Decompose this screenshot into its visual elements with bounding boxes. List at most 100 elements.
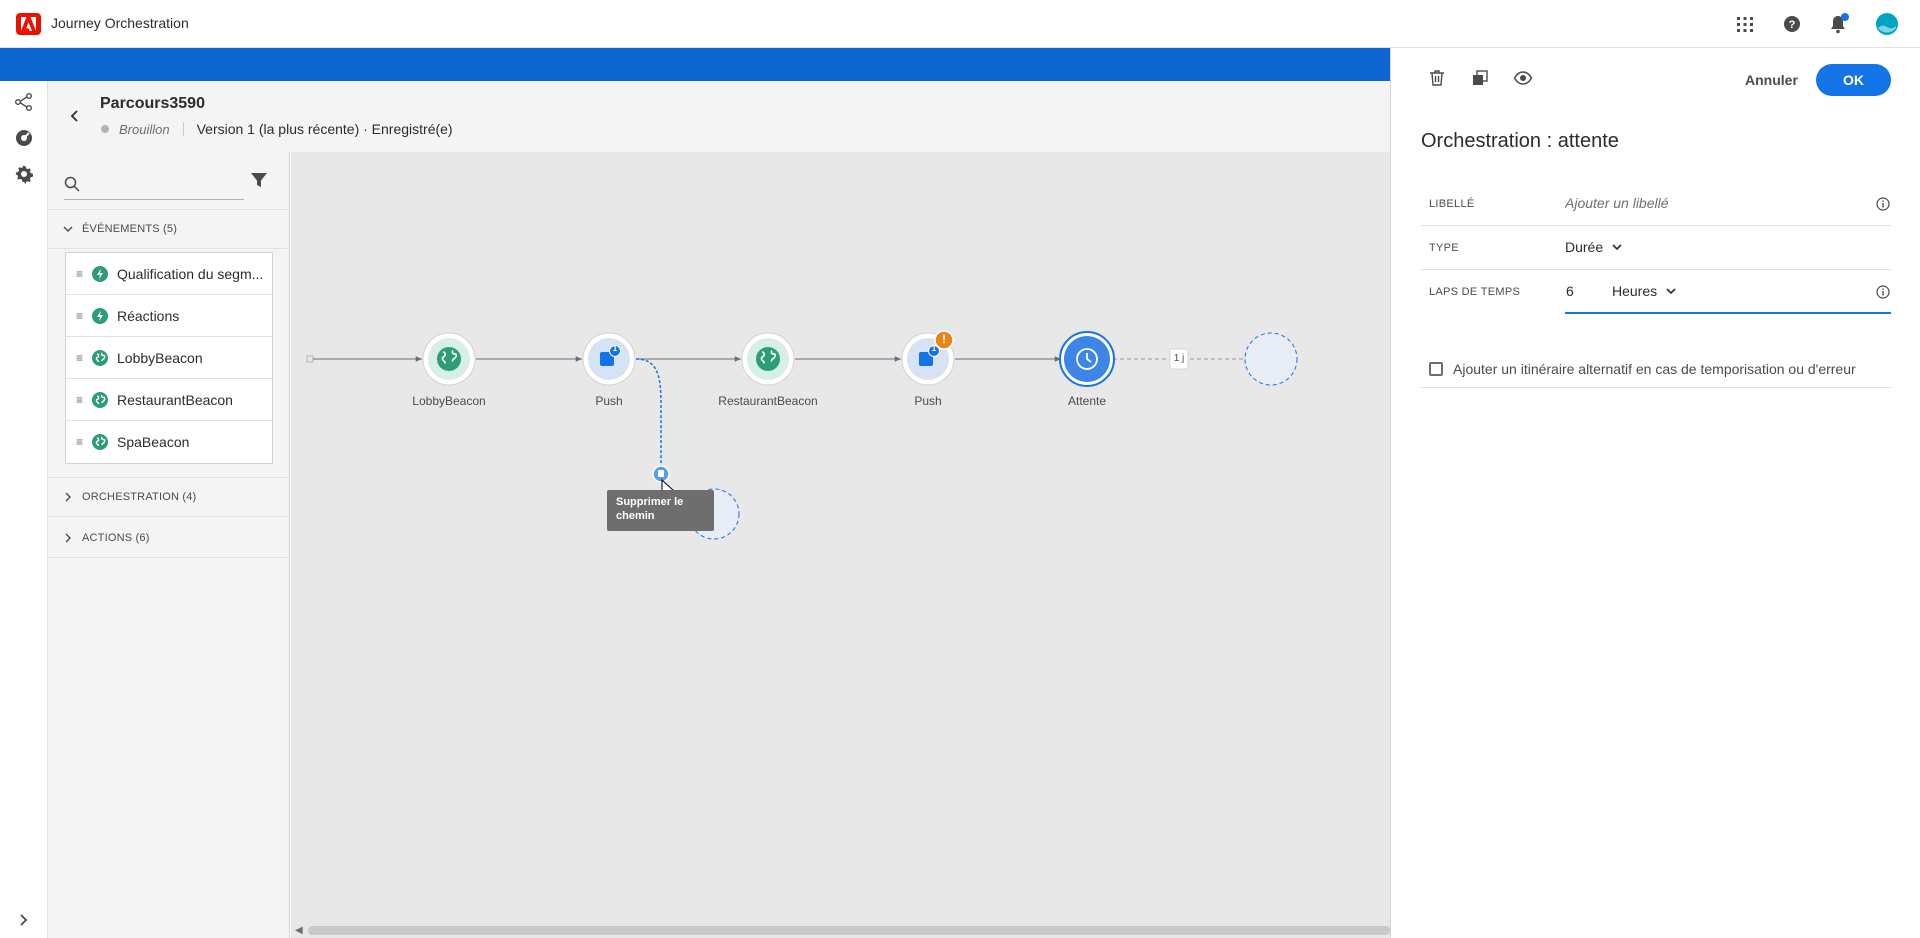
time-unit-value: Heures: [1612, 283, 1658, 299]
checkbox-label[interactable]: Ajouter un itinéraire alternatif en cas …: [1453, 361, 1856, 377]
duplicate-icon[interactable]: [1470, 68, 1490, 88]
duration-tag-label: 1 j: [1173, 353, 1185, 364]
journeys-icon[interactable]: [13, 91, 35, 113]
svg-text:?: ?: [1789, 19, 1796, 31]
lightning-icon: [92, 265, 108, 282]
node-restaurantbeacon[interactable]: [741, 332, 795, 386]
status-badge: Brouillon: [119, 121, 170, 137]
node-label: Attente: [1067, 394, 1107, 408]
left-rail: [0, 81, 48, 938]
ok-button[interactable]: OK: [1816, 64, 1891, 96]
info-icon[interactable]: [1875, 196, 1891, 212]
drag-handle-icon[interactable]: ≡: [76, 267, 84, 281]
alternate-path-checkbox[interactable]: [1429, 362, 1443, 376]
divider: [182, 122, 184, 136]
journey-header: Parcours3590 Brouillon Version 1 (la plu…: [48, 81, 1390, 152]
node-push-1[interactable]: [582, 332, 636, 386]
divider: [1421, 312, 1565, 314]
event-label: SpaBeacon: [117, 434, 190, 450]
type-dropdown[interactable]: Durée: [1565, 239, 1623, 255]
preview-eye-icon[interactable]: [1513, 68, 1533, 88]
warning-badge: !: [942, 332, 946, 346]
journey-status-line: Brouillon Version 1 (la plus récente) · …: [101, 121, 453, 137]
time-unit-dropdown[interactable]: Heures: [1612, 283, 1677, 299]
trash-icon-glyph: [658, 470, 664, 477]
chevron-right-icon: [65, 492, 71, 502]
node-attente[interactable]: [1059, 331, 1115, 387]
version-info: Version 1 (la plus récente) · Enregistré…: [196, 121, 453, 137]
journey-name: Parcours3590: [100, 95, 205, 112]
node-badge: 1: [931, 344, 937, 353]
label-field-row: LIBELLÉ: [1421, 182, 1891, 226]
section-orchestration-toggle[interactable]: ORCHESTRATION (4): [48, 477, 289, 517]
back-chevron-icon[interactable]: [66, 107, 84, 125]
settings-gear-icon[interactable]: [13, 163, 35, 185]
tooltip-line: Supprimer le: [616, 496, 684, 508]
globe-icon: [92, 349, 108, 366]
label-input[interactable]: [1565, 195, 1865, 211]
user-avatar[interactable]: [1875, 12, 1899, 36]
type-dropdown-value: Durée: [1565, 239, 1604, 255]
drag-handle-icon[interactable]: ≡: [76, 435, 84, 449]
horizontal-scrollbar[interactable]: ◀: [291, 922, 1390, 938]
empty-node-placeholder[interactable]: [1244, 332, 1298, 386]
cancel-button[interactable]: Annuler: [1731, 64, 1812, 96]
section-orchestration-label: ORCHESTRATION (4): [82, 491, 197, 503]
drag-handle-icon[interactable]: ≡: [76, 351, 84, 365]
expand-rail-chevron-icon[interactable]: [13, 909, 35, 931]
section-actions-label: ACTIONS (6): [82, 531, 150, 544]
journey-canvas[interactable]: 1 1 ! 1 j LobbyBeacon Push RestaurantBea…: [291, 152, 1390, 938]
list-item[interactable]: ≡ Qualification du segm...: [66, 253, 272, 295]
scroll-left-arrow-icon[interactable]: ◀: [295, 925, 303, 936]
start-point: [306, 355, 314, 363]
top-bar: Journey Orchestration ?: [0, 0, 1920, 48]
activity-properties-panel: Annuler OK Orchestration : attente LIBEL…: [1390, 48, 1920, 938]
help-icon[interactable]: ?: [1780, 12, 1804, 36]
panel-title: Orchestration : attente: [1421, 130, 1619, 152]
filter-funnel-icon[interactable]: [249, 170, 269, 190]
search-input[interactable]: [86, 172, 241, 196]
scrollbar-thumb[interactable]: [308, 926, 1390, 935]
section-events-toggle[interactable]: ÉVÉNEMENTS (5): [48, 209, 289, 249]
notifications-bell-icon[interactable]: [1826, 12, 1850, 36]
node-label: LobbyBeacon: [412, 394, 486, 408]
list-item[interactable]: ≡ SpaBeacon: [66, 421, 272, 463]
delete-path-tooltip: Supprimer le chemin: [607, 490, 714, 531]
section-events-label: ÉVÉNEMENTS (5): [82, 223, 178, 235]
adobe-logo-icon[interactable]: [16, 13, 41, 35]
lightning-icon: [92, 307, 108, 324]
apps-grid-icon[interactable]: [1733, 12, 1757, 36]
activity-palette: ÉVÉNEMENTS (5) ≡ Qualification du segm..…: [48, 152, 290, 938]
chevron-right-icon: [65, 533, 71, 542]
info-icon[interactable]: [1875, 284, 1891, 300]
search-icon: [64, 176, 80, 192]
field-label: LAPS DE TEMPS: [1429, 286, 1521, 298]
node-lobbybeacon[interactable]: [422, 332, 476, 386]
event-label: LobbyBeacon: [117, 349, 203, 366]
node-badge: 1: [612, 344, 618, 353]
reports-dashboard-icon[interactable]: [13, 127, 35, 149]
list-item[interactable]: ≡ LobbyBeacon: [66, 337, 272, 379]
events-list: ≡ Qualification du segm... ≡ Réactions ≡…: [65, 252, 273, 464]
globe-icon: [92, 391, 108, 408]
time-amount-input[interactable]: 6: [1566, 283, 1574, 299]
alternate-path[interactable]: [635, 358, 662, 474]
header-band: [0, 48, 1390, 81]
palette-search: [64, 168, 244, 200]
node-label: RestaurantBeacon: [718, 394, 818, 408]
section-actions-toggle[interactable]: ACTIONS (6): [48, 518, 289, 558]
node-label: Push: [914, 394, 942, 408]
alternate-path-checkbox-row: Ajouter un itinéraire alternatif en cas …: [1421, 352, 1891, 388]
list-item[interactable]: ≡ Réactions: [66, 295, 272, 337]
node-label: Push: [595, 394, 623, 408]
chevron-down-icon: [63, 226, 73, 232]
time-field-row: LAPS DE TEMPS 6 Heures: [1421, 270, 1891, 314]
list-item[interactable]: ≡ RestaurantBeacon: [66, 379, 272, 421]
drag-handle-icon[interactable]: ≡: [76, 309, 84, 323]
delete-trash-icon[interactable]: [1427, 68, 1447, 88]
event-label: RestaurantBeacon: [117, 391, 233, 408]
app-title[interactable]: Journey Orchestration: [51, 15, 189, 31]
field-label: LIBELLÉ: [1429, 198, 1475, 210]
drag-handle-icon[interactable]: ≡: [76, 393, 84, 407]
type-field-row: TYPE Durée: [1421, 226, 1891, 270]
